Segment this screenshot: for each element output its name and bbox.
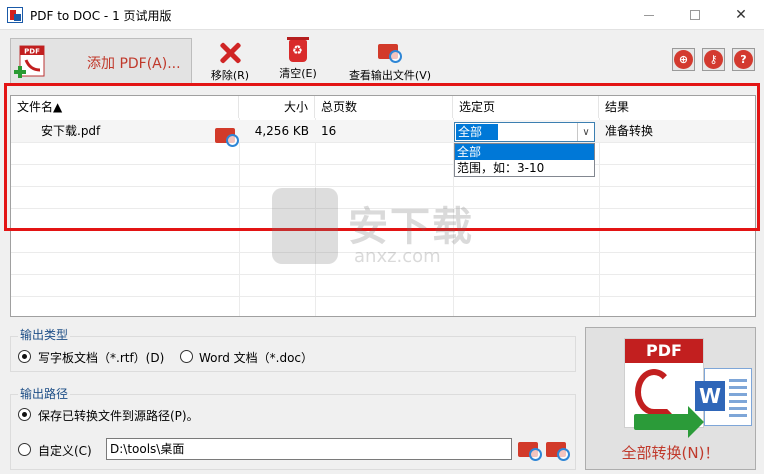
- add-pdf-button[interactable]: PDF 添加 PDF(A)...: [10, 38, 192, 86]
- convert-all-label: 全部转换(N)！: [621, 444, 720, 462]
- svg-text:PDF: PDF: [24, 48, 40, 56]
- clear-button[interactable]: 清空(E): [274, 37, 322, 84]
- custom-path-radio[interactable]: [18, 443, 31, 456]
- source-path-radio[interactable]: [18, 408, 31, 421]
- doc-radio[interactable]: [180, 350, 193, 363]
- watermark-text: 安下载: [348, 204, 474, 250]
- window-title: PDF to DOC - 1 页试用版: [30, 9, 172, 23]
- row-filename: 安下载.pdf: [41, 124, 101, 138]
- remove-icon: [218, 40, 242, 64]
- combobox-value: 全部: [456, 124, 498, 140]
- folder-search-icon: [378, 40, 402, 64]
- watermark-logo-icon: [272, 188, 338, 264]
- selected-pages-combobox[interactable]: 全部 ∨: [454, 122, 595, 142]
- recycle-bin-icon: [287, 37, 309, 62]
- maximize-button[interactable]: [672, 0, 718, 30]
- row-divider: [11, 296, 755, 297]
- column-divider: [239, 118, 240, 316]
- header-filename[interactable]: 文件名▲: [11, 96, 239, 118]
- selected-pages-dropdown: 全部 范围，如：3-10: [454, 143, 595, 177]
- dropdown-option-range[interactable]: 范围，如：3-10: [455, 160, 594, 176]
- row-divider: [11, 164, 755, 165]
- rtf-label[interactable]: 写字板文档（*.rtf）(D): [38, 349, 164, 366]
- help-icon: ?: [734, 50, 753, 69]
- word-doc-icon: W: [695, 368, 752, 426]
- minimize-icon: [644, 14, 654, 16]
- view-output-button[interactable]: 查看输出文件(V): [340, 40, 440, 84]
- custom-path-label[interactable]: 自定义(C): [38, 442, 92, 459]
- close-icon: ✕: [735, 7, 747, 23]
- clear-label: 清空(E): [279, 67, 317, 80]
- key-icon: ⚷: [704, 50, 723, 69]
- row-result: 准备转换: [605, 124, 654, 138]
- column-divider: [599, 118, 600, 316]
- row-pages: 16: [321, 124, 337, 138]
- maximize-icon: [690, 10, 700, 20]
- register-button[interactable]: ⚷: [702, 48, 725, 71]
- output-type-legend: 输出类型: [18, 326, 71, 343]
- app-icon: [7, 7, 23, 23]
- open-output-folder-icon[interactable]: [546, 438, 570, 461]
- convert-arrow-icon: [634, 406, 704, 438]
- header-result[interactable]: 结果: [599, 96, 755, 118]
- remove-label: 移除(R): [210, 69, 250, 82]
- row-divider: [11, 186, 755, 187]
- view-output-label: 查看输出文件(V): [348, 69, 432, 82]
- globe-icon: ⊕: [674, 50, 693, 69]
- close-button[interactable]: ✕: [718, 0, 764, 30]
- watermark: 安下载 anxz.com: [272, 188, 492, 278]
- pdf-add-icon: PDF: [14, 45, 45, 78]
- header-pages[interactable]: 总页数: [315, 96, 453, 118]
- open-folder-icon[interactable]: [215, 124, 239, 147]
- dropdown-option-all[interactable]: 全部: [455, 144, 594, 160]
- watermark-subtext: anxz.com: [354, 246, 441, 267]
- header-size[interactable]: 大小: [239, 96, 315, 118]
- convert-all-button[interactable]: PDF W 全部转换(N)！: [585, 327, 756, 470]
- source-path-label[interactable]: 保存已转换文件到源路径(P)。: [38, 407, 199, 424]
- output-path-legend: 输出路径: [18, 385, 71, 402]
- remove-button[interactable]: 移除(R): [206, 40, 254, 84]
- title-bar: PDF to DOC - 1 页试用版 ✕: [0, 0, 764, 30]
- website-button[interactable]: ⊕: [672, 48, 695, 71]
- row-divider: [11, 142, 755, 143]
- browse-folder-icon[interactable]: [518, 438, 542, 461]
- rtf-radio[interactable]: [18, 350, 31, 363]
- custom-path-input[interactable]: D:\tools\桌面: [106, 438, 512, 460]
- chevron-down-icon[interactable]: ∨: [577, 123, 594, 141]
- doc-label[interactable]: Word 文档（*.doc）: [199, 349, 313, 366]
- help-button[interactable]: ?: [732, 48, 755, 71]
- header-selected-pages[interactable]: 选定页: [453, 96, 599, 118]
- row-size: 4,256 KB: [254, 124, 309, 138]
- minimize-button[interactable]: [626, 0, 672, 30]
- add-pdf-label: 添加 PDF(A)...: [87, 56, 181, 72]
